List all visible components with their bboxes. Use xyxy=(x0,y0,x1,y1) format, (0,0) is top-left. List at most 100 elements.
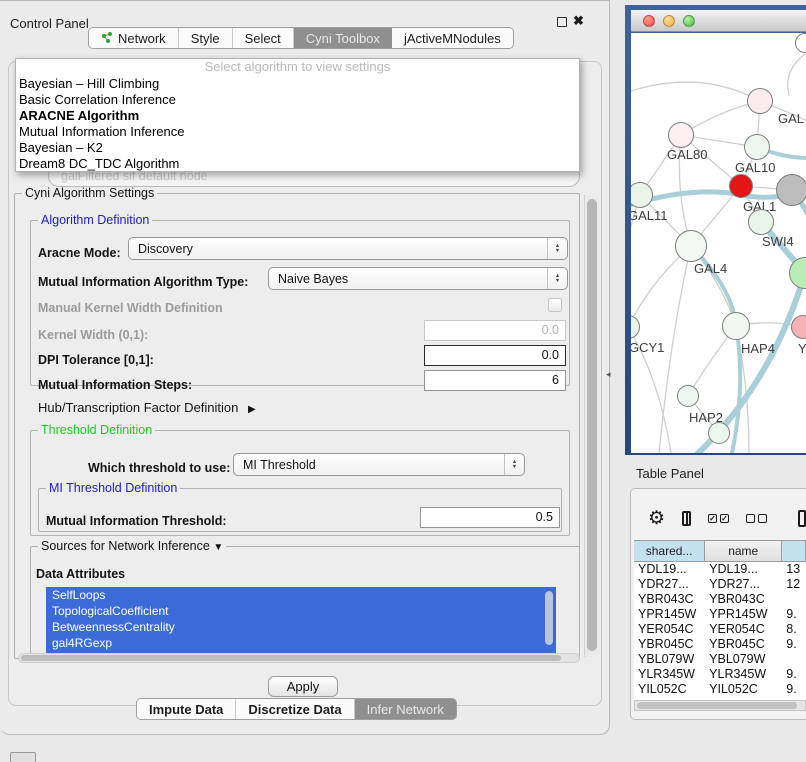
list-scrollbar-thumb[interactable] xyxy=(545,591,553,645)
attribute-item[interactable]: SelfLoops xyxy=(46,587,556,603)
gear-icon[interactable]: ⚙ xyxy=(648,509,665,528)
table-cell: YDR27... xyxy=(705,577,782,592)
manual-kernel-width-checkbox[interactable] xyxy=(548,298,562,312)
table-row[interactable]: YDR27...YDR27...12 xyxy=(634,577,806,592)
network-window-titlebar[interactable] xyxy=(631,10,806,32)
new-table-icon[interactable] xyxy=(798,510,806,527)
network-node[interactable] xyxy=(744,134,770,160)
zoom-traffic-light-icon[interactable] xyxy=(683,15,695,27)
network-node[interactable] xyxy=(708,422,730,444)
table-cell: YBR045C xyxy=(634,637,705,652)
table-row[interactable]: YBL079WYBL079W xyxy=(634,652,806,667)
tab-network[interactable]: Network xyxy=(89,28,179,48)
which-threshold-select[interactable]: MI Threshold ▲▼ xyxy=(233,453,525,476)
mi-algorithm-type-select[interactable]: Naive Bayes ▲▼ xyxy=(268,267,568,290)
apply-button[interactable]: Apply xyxy=(268,676,338,697)
table-cell: YPR145W xyxy=(705,607,782,622)
aracne-mode-select[interactable]: Discovery ▲▼ xyxy=(128,237,568,260)
close-traffic-light-icon[interactable] xyxy=(643,15,655,27)
table-cell: YDL19... xyxy=(634,562,705,577)
network-node[interactable] xyxy=(675,230,707,262)
kernel-width-field[interactable]: 0.0 xyxy=(424,320,566,341)
network-node[interactable] xyxy=(722,312,750,340)
network-node[interactable] xyxy=(747,88,773,114)
columns-icon[interactable] xyxy=(682,511,691,526)
tab-select[interactable]: Select xyxy=(233,28,294,48)
aracne-mode-label: Aracne Mode: xyxy=(38,246,121,260)
network-edge[interactable] xyxy=(788,54,805,95)
algorithm-option[interactable]: Bayesian – Hill Climbing xyxy=(16,76,579,92)
control-panel-title: Control Panel xyxy=(10,16,89,31)
collapse-arrow-icon[interactable]: ▼ xyxy=(213,542,223,553)
attribute-item[interactable]: BetweennessCentrality xyxy=(46,619,556,635)
table-row[interactable]: YLR345WYLR345W9. xyxy=(634,667,806,682)
data-attributes-list[interactable]: SelfLoops TopologicalCoefficient Between… xyxy=(46,587,556,653)
table-cell: 9. xyxy=(782,667,806,682)
minimize-traffic-light-icon[interactable] xyxy=(663,15,675,27)
tab-discretize-data[interactable]: Discretize Data xyxy=(236,699,354,719)
settings-horizontal-scrollbar[interactable] xyxy=(18,653,580,663)
attribute-item[interactable]: TopologicalCoefficient xyxy=(46,603,556,619)
table-cell: YLR345W xyxy=(705,667,782,682)
scrollbar-thumb[interactable] xyxy=(587,199,597,651)
column-header-name[interactable]: name xyxy=(705,541,782,561)
combo-arrows-icon: ▲▼ xyxy=(547,238,567,259)
table-cell: YBL079W xyxy=(705,652,782,667)
tab-impute-data[interactable]: Impute Data xyxy=(137,699,236,719)
dpi-tolerance-field[interactable]: 0.0 xyxy=(424,345,566,366)
hub-definition-expander[interactable]: Hub/Transcription Factor Definition ▶ xyxy=(38,400,256,415)
node-label: GAL80 xyxy=(667,147,707,162)
network-node[interactable] xyxy=(729,174,753,198)
algorithm-option[interactable]: Basic Correlation Inference xyxy=(16,92,579,108)
algorithm-option[interactable]: Mutual Information Inference xyxy=(16,124,579,140)
select-all-checkboxes-icon[interactable]: ✓ ✓ xyxy=(708,514,729,523)
algorithm-option[interactable]: Bayesian – K2 xyxy=(16,140,579,156)
tab-jactivemnodules[interactable]: jActiveMNodules xyxy=(392,28,513,48)
table-cell: 8. xyxy=(782,622,806,637)
bottom-left-partial-button[interactable] xyxy=(10,752,36,762)
table-row[interactable]: YBR045CYBR045C9. xyxy=(634,637,806,652)
scrollbar-thumb[interactable] xyxy=(21,655,561,661)
scrollbar-thumb[interactable] xyxy=(637,702,797,709)
tab-label: Cyni Toolbox xyxy=(306,31,380,46)
table-cell: YPR145W xyxy=(634,607,705,622)
network-edge[interactable] xyxy=(631,82,760,101)
node-table: shared... name YDL19...YDL19...13YDR27..… xyxy=(634,540,806,700)
deselect-all-checkboxes-icon[interactable] xyxy=(746,514,767,523)
control-panel-window: Control Panel ✖ Network Style Select Cyn… xyxy=(0,0,610,735)
tab-infer-network[interactable]: Infer Network xyxy=(355,699,456,719)
table-rows: YDL19...YDL19...13YDR27...YDR27...12YBR0… xyxy=(634,562,806,697)
table-horizontal-scrollbar[interactable] xyxy=(634,700,806,711)
column-header-partial[interactable] xyxy=(782,541,806,561)
settings-scrollbar[interactable] xyxy=(584,195,598,657)
table-row[interactable]: YER054CYER054C8. xyxy=(634,622,806,637)
network-node[interactable] xyxy=(748,209,774,235)
attribute-item[interactable]: gal4RGexp xyxy=(46,635,556,651)
node-label: GCY1 xyxy=(631,340,664,355)
group-title: MI Threshold Definition xyxy=(46,481,180,495)
algorithm-dropdown-popup: Select algorithm to view settings Bayesi… xyxy=(15,58,580,172)
mi-steps-field[interactable]: 6 xyxy=(424,370,566,391)
table-row[interactable]: YDL19...YDL19...13 xyxy=(634,562,806,577)
network-edge[interactable] xyxy=(683,273,805,453)
table-row[interactable]: YIL052CYIL052C9. xyxy=(634,682,806,697)
close-panel-icon[interactable]: ✖ xyxy=(573,13,584,29)
combo-arrows-icon: ▲▼ xyxy=(547,268,567,289)
panel-divider-grip-icon[interactable]: ◂ xyxy=(606,369,611,380)
float-window-icon[interactable] xyxy=(557,17,567,27)
network-node[interactable] xyxy=(677,385,699,407)
network-node[interactable] xyxy=(668,122,694,148)
node-label: Y xyxy=(798,341,806,356)
table-row[interactable]: YPR145WYPR145W9. xyxy=(634,607,806,622)
tab-style[interactable]: Style xyxy=(179,28,233,48)
tab-cyni-toolbox[interactable]: Cyni Toolbox xyxy=(294,28,392,48)
network-tab-icon xyxy=(101,32,114,44)
mi-threshold-field[interactable]: 0.5 xyxy=(420,507,560,528)
column-header-shared-name[interactable]: shared... xyxy=(634,541,705,561)
algorithm-option[interactable]: Dream8 DC_TDC Algorithm xyxy=(16,156,579,172)
table-cell: YIL052C xyxy=(634,682,705,697)
table-row[interactable]: YBR043CYBR043C xyxy=(634,592,806,607)
network-node[interactable] xyxy=(776,174,806,206)
network-canvas[interactable]: GALGAL80GAL10GAL1GAL11SWI4GAL4GCY1HAP4YH… xyxy=(631,33,806,453)
algorithm-option-aracne[interactable]: ARACNE Algorithm xyxy=(16,108,579,124)
